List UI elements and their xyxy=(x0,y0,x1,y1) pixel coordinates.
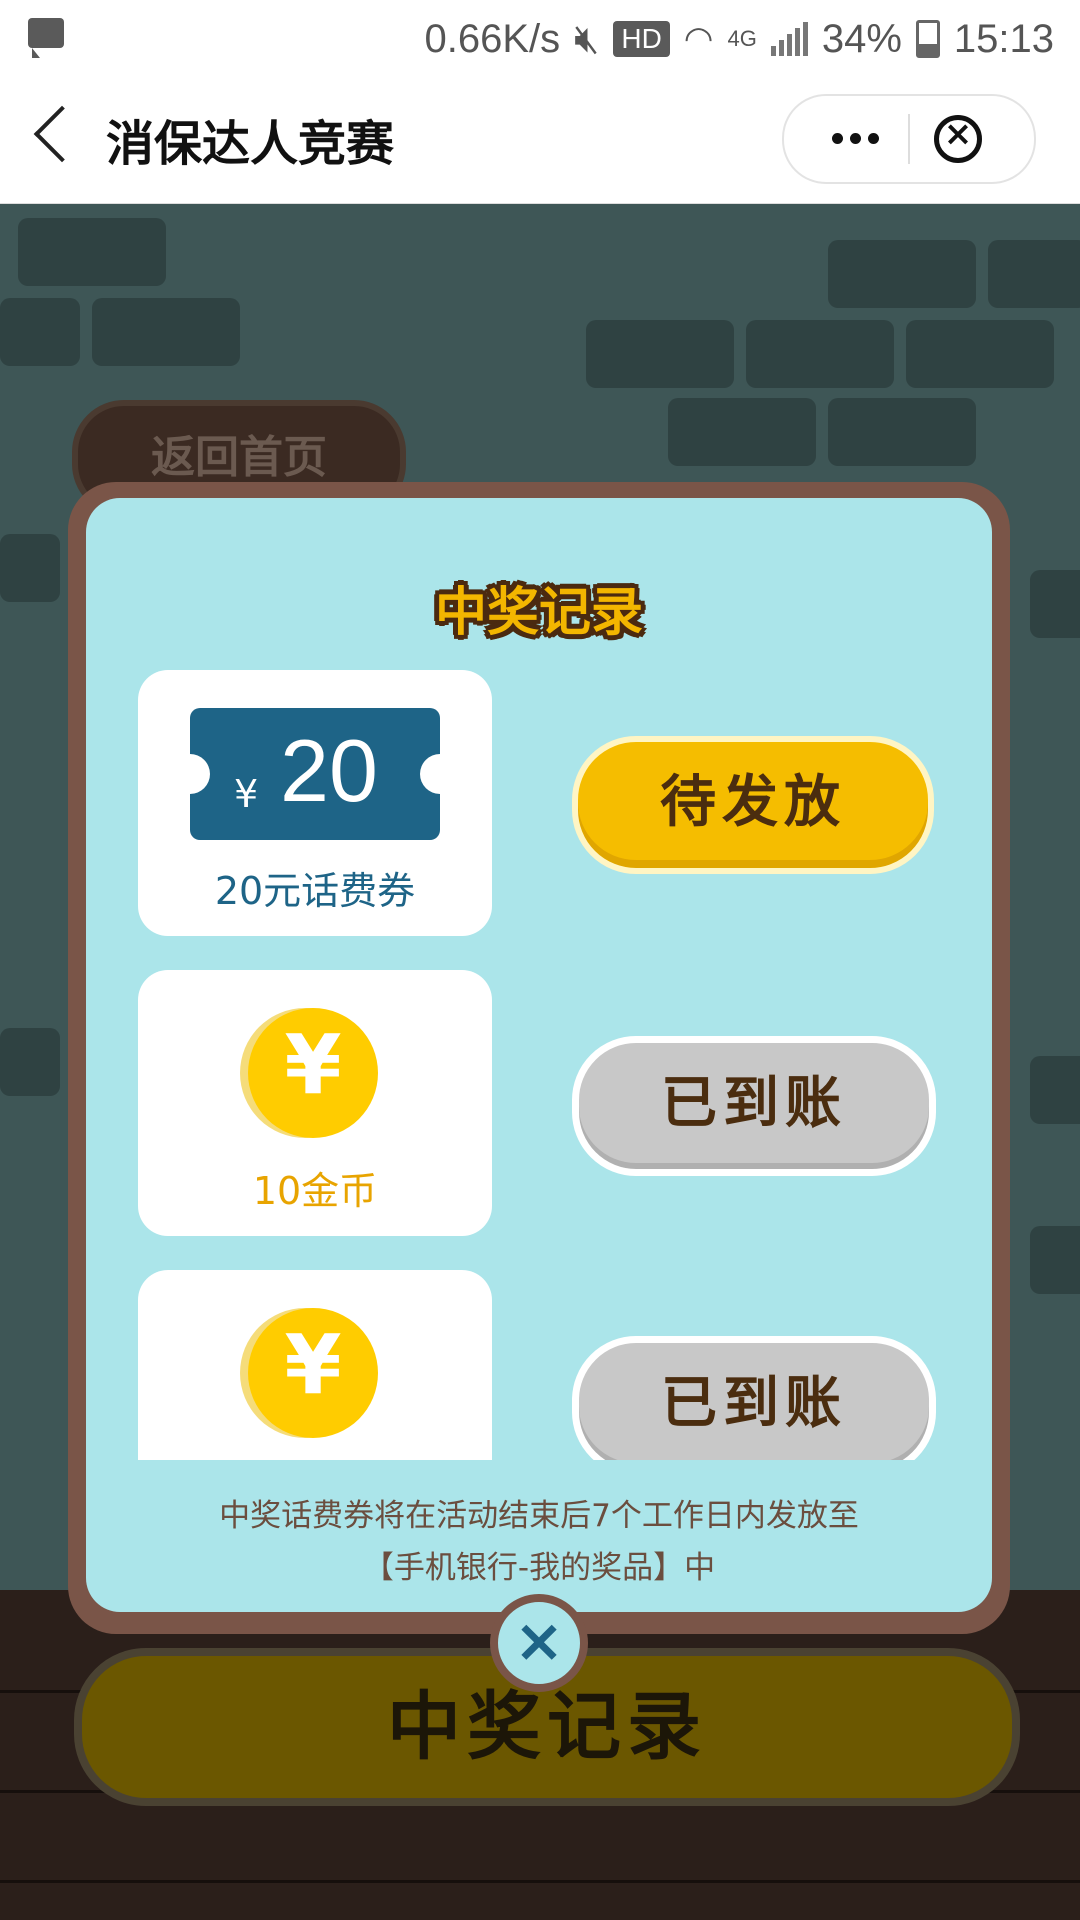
list-item: ¥ 20 20元话费券 待发放 xyxy=(86,670,992,936)
prize-card: ¥ 10金币 xyxy=(138,970,492,1236)
win-records-modal: 中奖记录 ¥ 20 20元话费券 待发放 ¥ 10金币 已到账 ¥ 已到账 中奖… xyxy=(68,482,1010,1634)
back-arrow-icon[interactable] xyxy=(33,105,91,163)
prize-status-badge: 已到账 xyxy=(572,1336,936,1460)
coupon-amount: 20 xyxy=(280,721,378,820)
notice-line-1: 中奖话费券将在活动结束后7个工作日内发放至 xyxy=(219,1498,859,1534)
close-mini-program-icon[interactable] xyxy=(934,114,982,163)
clock: 15:13 xyxy=(953,16,1054,61)
close-icon: × xyxy=(513,1606,565,1676)
gold-coin-icon: ¥ xyxy=(248,1308,378,1438)
wifi-icon: ◠ xyxy=(683,20,714,58)
prize-label: 20元话费券 xyxy=(214,869,416,913)
records-list[interactable]: ¥ 20 20元话费券 待发放 ¥ 10金币 已到账 ¥ 已到账 xyxy=(86,670,992,1460)
more-options-icon[interactable] xyxy=(832,133,879,144)
prize-status-badge: 待发放 xyxy=(572,736,934,874)
coin-symbol: ¥ xyxy=(284,1318,342,1413)
phone-coupon-icon: ¥ 20 xyxy=(170,708,460,840)
prize-status-badge: 已到账 xyxy=(572,1036,936,1176)
signal-icon xyxy=(770,22,808,56)
modal-title: 中奖记录 xyxy=(434,583,643,643)
battery-icon xyxy=(915,20,940,58)
modal-panel: 中奖记录 ¥ 20 20元话费券 待发放 ¥ 10金币 已到账 ¥ 已到账 中奖… xyxy=(86,498,992,1612)
prize-notice: 中奖话费券将在活动结束后7个工作日内发放至 【手机银行-我的奖品】中 xyxy=(126,1490,952,1594)
coupon-currency: ¥ xyxy=(234,772,259,816)
coin-symbol: ¥ xyxy=(284,1018,342,1113)
prize-card: ¥ 20 20元话费券 xyxy=(138,670,492,936)
close-modal-button[interactable]: × xyxy=(490,1594,588,1692)
gold-coin-icon: ¥ xyxy=(248,1008,378,1138)
hd-badge: HD xyxy=(613,21,670,57)
prize-label: 10金币 xyxy=(252,1169,378,1213)
status-bar: 0.66K/s 🔇︎ HD ◠ 4G 34% 15:13 xyxy=(0,0,1080,78)
network-speed: 0.66K/s xyxy=(424,16,561,61)
message-notification-icon xyxy=(28,18,64,58)
mini-program-capsule xyxy=(782,94,1036,184)
battery-percent: 34% xyxy=(821,16,902,61)
prize-card: ¥ xyxy=(138,1270,492,1460)
notice-line-2: 【手机银行-我的奖品】中 xyxy=(362,1550,716,1586)
list-item: ¥ 10金币 已到账 xyxy=(86,970,992,1236)
list-item: ¥ 已到账 xyxy=(86,1270,992,1460)
capsule-divider xyxy=(908,114,910,164)
mute-icon: 🔇︎ xyxy=(574,16,600,61)
nav-bar: 消保达人竞赛 xyxy=(0,78,1080,204)
page-title: 消保达人竞赛 xyxy=(106,116,395,172)
network-type: 4G xyxy=(727,26,757,51)
